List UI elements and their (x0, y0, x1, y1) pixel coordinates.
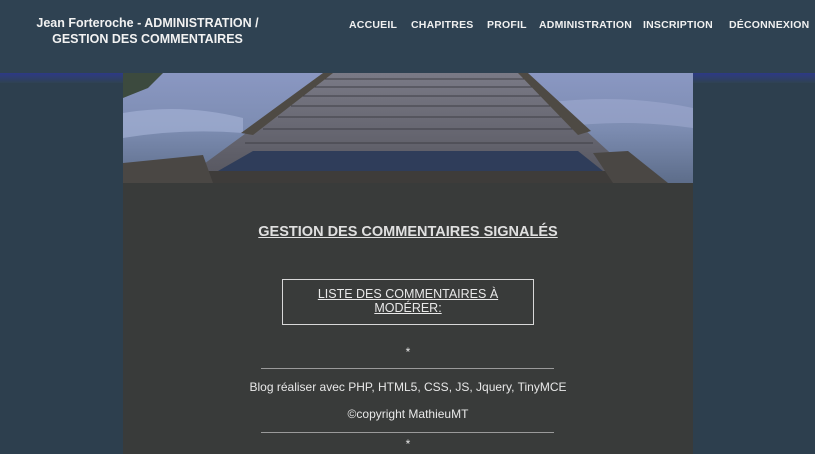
footer-copyright: ©copyright MathieuMT (347, 407, 469, 421)
nav-link-administration[interactable]: ADMINISTRATION (539, 19, 632, 31)
moderation-list-label: LISTE DES COMMENTAIRES À MODÉRER: (317, 287, 499, 315)
nav-link-inscription[interactable]: INSCRIPTION (643, 19, 713, 31)
page-title: GESTION DES COMMENTAIRES SIGNALÉS (258, 224, 558, 240)
main-nav: ACCUEIL CHAPITRES PROFIL ADMINISTRATION … (0, 19, 815, 33)
top-header: Jean Forteroche - ADMINISTRATION / GESTI… (0, 0, 815, 73)
site-title-line-2: GESTION DES COMMENTAIRES (52, 32, 243, 46)
footer-made-with: Blog réaliser avec PHP, HTML5, CSS, JS, … (249, 380, 567, 394)
moderation-list-box: LISTE DES COMMENTAIRES À MODÉRER: (282, 279, 534, 325)
nav-link-chapitres[interactable]: CHAPITRES (411, 19, 473, 31)
nav-link-deconnexion[interactable]: DÉCONNEXION (729, 19, 809, 31)
footer-separator-top: * (405, 345, 411, 359)
hero-banner-image (123, 73, 693, 183)
main-content-panel: GESTION DES COMMENTAIRES SIGNALÉS LISTE … (123, 183, 693, 454)
footer-divider-bottom (261, 432, 554, 433)
footer-separator-bottom: * (405, 437, 411, 451)
footer-divider-top (261, 368, 554, 369)
nav-link-profil[interactable]: PROFIL (487, 19, 527, 31)
nav-link-accueil[interactable]: ACCUEIL (349, 19, 397, 31)
